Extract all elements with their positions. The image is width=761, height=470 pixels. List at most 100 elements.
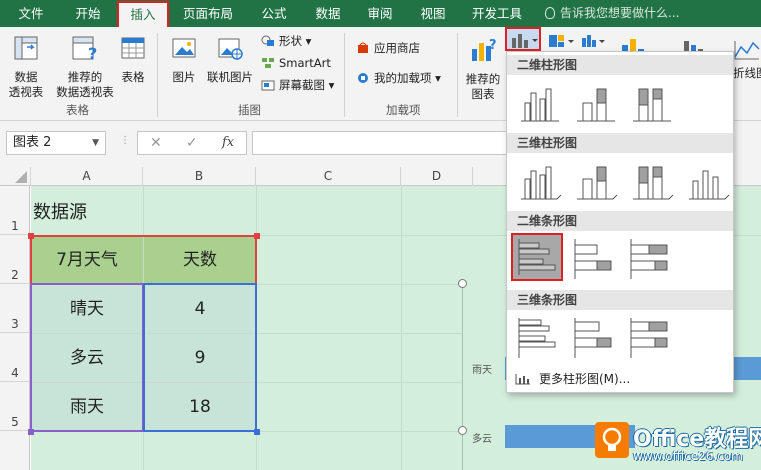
row-header-4[interactable]: 4 bbox=[0, 333, 30, 382]
pivot-table-button[interactable]: 数据 透视表 bbox=[6, 33, 46, 100]
3d-clustered-bar-icon bbox=[518, 318, 556, 358]
group-label-tables: 表格 bbox=[66, 103, 89, 117]
chevron-down-icon[interactable]: ▼ bbox=[92, 132, 99, 154]
values-range-outline bbox=[143, 283, 257, 432]
row-header-1[interactable]: 1 bbox=[0, 186, 30, 235]
tab-file[interactable]: 文件 bbox=[6, 0, 56, 27]
shapes-label: 形状 bbox=[279, 34, 302, 48]
screenshot-button[interactable]: 屏幕截图 ▾ bbox=[261, 76, 334, 94]
3d-stacked-column-icon bbox=[577, 166, 618, 200]
tab-insert[interactable]: 插入 bbox=[117, 1, 169, 27]
cell-a1-title[interactable]: 数据源 bbox=[33, 198, 87, 224]
clustered-bar-icon bbox=[518, 239, 556, 275]
line-chart-label[interactable]: 折线图 bbox=[733, 65, 761, 81]
picture-label: 图片 bbox=[172, 70, 196, 84]
screenshot-label: 屏幕截图 bbox=[279, 78, 325, 92]
formula-input[interactable] bbox=[252, 131, 512, 155]
100-stacked-column-icon bbox=[633, 88, 671, 122]
100-stacked-column-option[interactable] bbox=[625, 79, 677, 127]
tell-me-text: 告诉我您想要做什么... bbox=[560, 6, 680, 20]
recommended-pivot-icon: ? bbox=[72, 36, 97, 63]
clustered-bar-option[interactable] bbox=[511, 233, 563, 281]
3d-stacked-bar-option[interactable] bbox=[569, 314, 621, 362]
tab-data[interactable]: 数据 bbox=[306, 0, 350, 27]
ribbon-tab-bar: 文件 开始 插入 页面布局 公式 数据 审阅 视图 开发工具 告诉我您想要做什么… bbox=[0, 0, 761, 27]
tab-review[interactable]: 审阅 bbox=[358, 0, 402, 27]
range-handle[interactable] bbox=[28, 233, 34, 239]
enter-icon[interactable]: ✓ bbox=[186, 135, 198, 151]
insert-function-icon[interactable]: fx bbox=[222, 135, 234, 150]
more-column-charts-link[interactable]: 更多柱形图(M)... bbox=[507, 368, 733, 390]
smartart-icon bbox=[262, 58, 274, 68]
100-stacked-bar-icon bbox=[630, 239, 668, 279]
stacked-column-option[interactable] bbox=[569, 79, 621, 127]
range-handle[interactable] bbox=[254, 429, 260, 435]
picture-button[interactable]: 图片 bbox=[164, 33, 204, 85]
chart-resize-handle[interactable] bbox=[458, 426, 467, 435]
store-button[interactable]: 应用商店 bbox=[356, 39, 420, 57]
row-header-3[interactable]: 3 bbox=[0, 284, 30, 333]
shapes-button[interactable]: 形状 ▾ bbox=[261, 32, 311, 50]
recommended-pivot-button[interactable]: ? 推荐的 数据透视表 bbox=[56, 33, 114, 100]
column-header-a[interactable]: A bbox=[31, 167, 143, 186]
picture-icon bbox=[172, 38, 196, 58]
row-header-5[interactable]: 5 bbox=[0, 382, 30, 431]
3d-100-stacked-column-icon bbox=[633, 166, 674, 200]
row-header-2[interactable]: 2 bbox=[0, 235, 30, 284]
tab-formulas[interactable]: 公式 bbox=[252, 0, 296, 27]
recommended-pivot-label: 推荐的 数据透视表 bbox=[56, 70, 114, 99]
3d-stacked-column-option[interactable] bbox=[569, 157, 621, 205]
shapes-icon bbox=[261, 35, 274, 46]
3d-100-stacked-column-option[interactable] bbox=[625, 157, 677, 205]
ribbon-separator bbox=[157, 33, 158, 117]
chart-small-icon bbox=[515, 374, 530, 385]
table-button[interactable]: 表格 bbox=[116, 33, 150, 85]
lightbulb-icon bbox=[602, 427, 622, 451]
office-logo-icon bbox=[595, 422, 629, 458]
recommended-charts-label: 推荐的 图表 bbox=[465, 72, 501, 101]
tab-home[interactable]: 开始 bbox=[63, 0, 113, 27]
cancel-icon[interactable]: ✕ bbox=[150, 135, 162, 151]
range-handle[interactable] bbox=[254, 233, 260, 239]
100-stacked-bar-option[interactable] bbox=[625, 235, 677, 283]
range-handle[interactable] bbox=[28, 429, 34, 435]
name-box[interactable]: 图表 2 ▼ bbox=[6, 131, 106, 155]
tab-view[interactable]: 视图 bbox=[411, 0, 455, 27]
online-picture-label: 联机图片 bbox=[207, 70, 253, 84]
insert-column-chart-button[interactable] bbox=[505, 27, 541, 51]
more-options-icon: ⋮ bbox=[120, 135, 130, 146]
3d-100-stacked-bar-option[interactable] bbox=[625, 314, 677, 362]
lightbulb-icon bbox=[545, 7, 555, 19]
clustered-column-option[interactable] bbox=[513, 79, 565, 127]
store-label: 应用商店 bbox=[374, 41, 420, 55]
column-header-c[interactable]: C bbox=[256, 167, 401, 186]
smartart-label: SmartArt bbox=[279, 56, 331, 70]
statistic-chart-icon[interactable] bbox=[580, 32, 608, 50]
chart-category-label: 雨天 bbox=[472, 365, 492, 376]
column-header-b[interactable]: B bbox=[143, 167, 256, 186]
watermark: Office教程网 www.office26.com bbox=[595, 421, 761, 470]
3d-column-option[interactable] bbox=[681, 157, 733, 205]
tell-me-search[interactable]: 告诉我您想要做什么... bbox=[545, 0, 679, 27]
chart-resize-handle[interactable] bbox=[458, 279, 467, 288]
column-header-d[interactable]: D bbox=[401, 167, 473, 186]
line-chart-icon[interactable] bbox=[733, 39, 761, 61]
hierarchy-chart-icon[interactable] bbox=[547, 32, 577, 50]
name-box-value: 图表 2 bbox=[13, 135, 52, 150]
3d-column-icon bbox=[689, 170, 730, 200]
my-addins-icon bbox=[358, 73, 368, 83]
3d-clustered-column-option[interactable] bbox=[513, 157, 565, 205]
tab-page-layout[interactable]: 页面布局 bbox=[176, 0, 240, 27]
tab-developer[interactable]: 开发工具 bbox=[465, 0, 529, 27]
3d-clustered-bar-option[interactable] bbox=[513, 314, 565, 362]
table-label: 表格 bbox=[121, 70, 145, 84]
online-picture-button[interactable]: 联机图片 bbox=[204, 33, 256, 85]
my-addins-button[interactable]: 我的加载项 ▾ bbox=[356, 69, 441, 87]
select-all-corner[interactable] bbox=[0, 167, 31, 186]
recommended-charts-button[interactable]: ? 推荐的 图表 bbox=[462, 35, 504, 102]
stacked-bar-option[interactable] bbox=[569, 235, 621, 283]
3d-stacked-bar-icon bbox=[574, 318, 612, 358]
smartart-button[interactable]: SmartArt bbox=[261, 54, 331, 72]
svg-text:?: ? bbox=[88, 44, 97, 63]
screenshot-icon bbox=[261, 80, 275, 91]
